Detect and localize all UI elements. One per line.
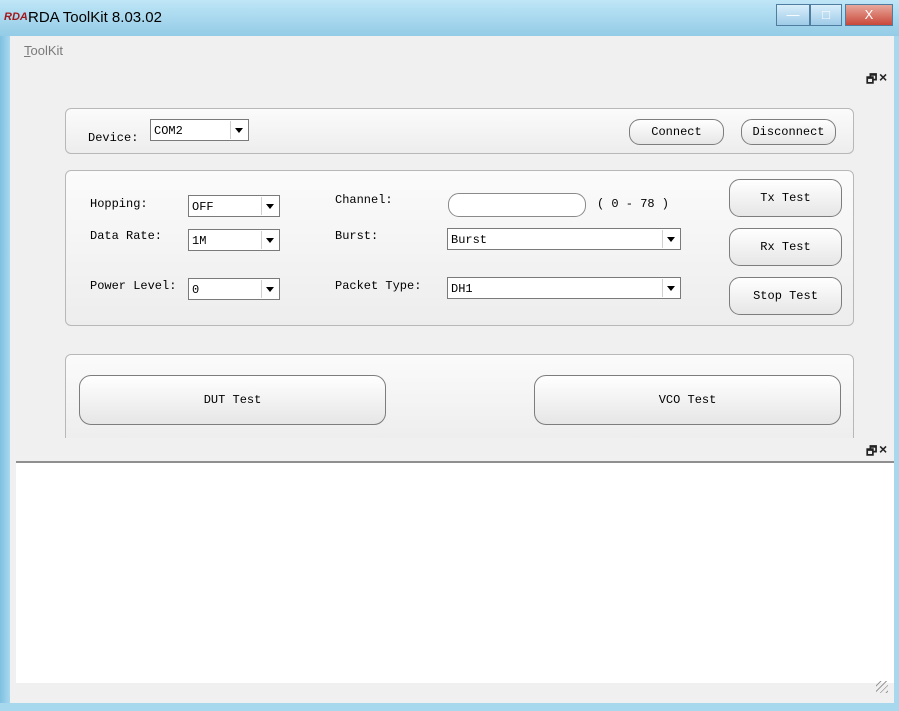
minimize-button[interactable]: — (776, 4, 810, 26)
log-pane-close-icon[interactable]: × (879, 441, 887, 457)
channel-range-hint: ( 0 - 78 ) (597, 197, 670, 211)
power-level-select[interactable]: 0 (188, 278, 280, 300)
log-output-area[interactable] (16, 461, 894, 683)
menu-item-toolkit[interactable]: ToolKit (24, 43, 63, 58)
burst-select-value: Burst (451, 233, 488, 247)
log-pane-restore-icon[interactable]: 🗗 (866, 442, 877, 463)
packet-type-label: Packet Type: (335, 279, 422, 293)
device-group: Device: COM2 Connect Disconnect (65, 108, 854, 154)
connect-button[interactable]: Connect (629, 119, 724, 145)
minimize-icon: — (786, 7, 800, 22)
hopping-select[interactable]: OFF (188, 195, 280, 217)
chevron-down-icon[interactable] (261, 197, 278, 215)
disconnect-button[interactable]: Disconnect (741, 119, 836, 145)
burst-select[interactable]: Burst (447, 228, 681, 250)
hopping-label: Hopping: (90, 197, 148, 211)
burst-label: Burst: (335, 229, 379, 243)
maximize-icon: □ (822, 7, 830, 22)
chevron-down-icon[interactable] (662, 279, 679, 297)
chevron-down-icon[interactable] (261, 280, 278, 298)
hopping-select-value: OFF (192, 200, 214, 214)
device-label: Device: (88, 131, 139, 145)
window-frame-bottom (0, 703, 899, 711)
close-button[interactable]: X (845, 4, 893, 26)
window-frame-left (0, 36, 10, 711)
channel-input[interactable] (448, 193, 586, 217)
chevron-down-icon[interactable] (230, 121, 247, 139)
data-rate-select[interactable]: 1M (188, 229, 280, 251)
data-rate-label: Data Rate: (90, 229, 163, 243)
status-bar (10, 681, 894, 703)
app-logo-icon: RDA (4, 11, 28, 23)
window-title: RDA ToolKit 8.03.02 (28, 9, 162, 26)
title-bar: RDA RDA ToolKit 8.03.02 — □ X (0, 0, 899, 36)
test-settings-group: Hopping: OFF Data Rate: 1M Power Level: … (65, 170, 854, 326)
resize-grip-icon[interactable] (876, 681, 888, 693)
control-pane: 🗗 × Device: COM2 Connect Disconnect Hopp… (10, 64, 894, 444)
menu-item-label: oolKit (30, 43, 64, 58)
power-level-label: Power Level: (90, 279, 177, 293)
device-select-value: COM2 (154, 124, 183, 138)
close-icon: X (864, 7, 874, 22)
pane-close-icon[interactable]: × (879, 69, 887, 85)
data-rate-select-value: 1M (192, 234, 207, 248)
pane-restore-icon[interactable]: 🗗 (866, 70, 877, 91)
window-frame-right (894, 36, 899, 711)
chevron-down-icon[interactable] (662, 230, 679, 248)
maximize-button[interactable]: □ (810, 4, 842, 26)
rx-test-button[interactable]: Rx Test (729, 228, 842, 266)
tx-test-button[interactable]: Tx Test (729, 179, 842, 217)
vco-test-button[interactable]: VCO Test (534, 375, 841, 425)
packet-type-select-value: DH1 (451, 282, 473, 296)
test-mode-group: DUT Test VCO Test (65, 354, 854, 444)
packet-type-select[interactable]: DH1 (447, 277, 681, 299)
channel-label: Channel: (335, 193, 393, 207)
menu-bar: ToolKit (10, 36, 894, 65)
stop-test-button[interactable]: Stop Test (729, 277, 842, 315)
device-select[interactable]: COM2 (150, 119, 249, 141)
power-level-select-value: 0 (192, 283, 200, 297)
chevron-down-icon[interactable] (261, 231, 278, 249)
dut-test-button[interactable]: DUT Test (79, 375, 386, 425)
